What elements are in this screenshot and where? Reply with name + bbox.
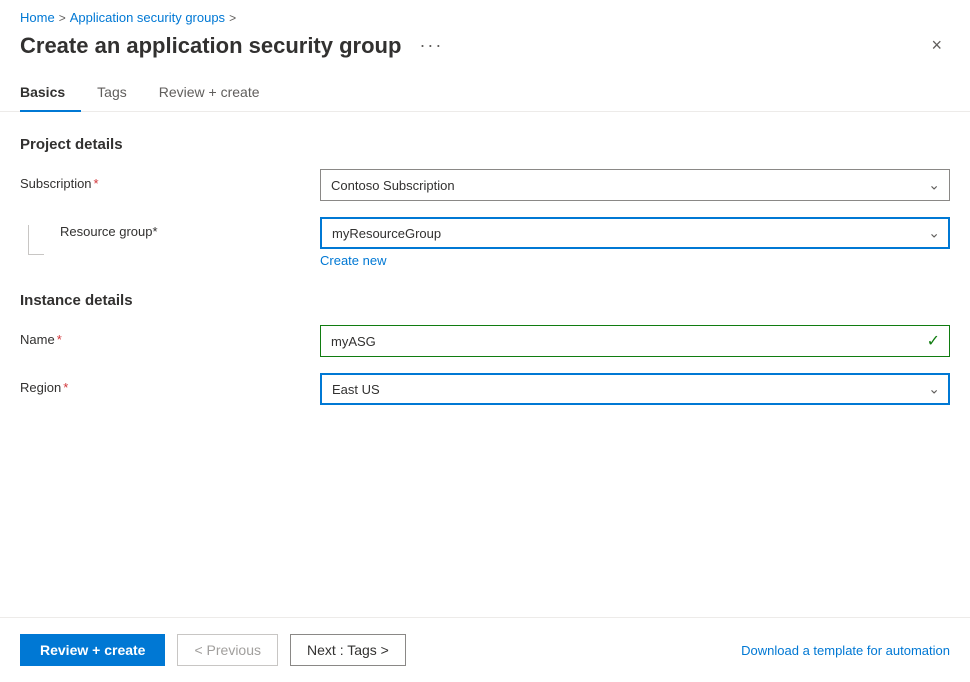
- previous-button[interactable]: < Previous: [177, 634, 278, 666]
- subscription-required: *: [94, 176, 99, 191]
- more-options-button[interactable]: ···: [413, 33, 449, 58]
- resource-group-select-wrapper: myResourceGroup ⌄: [320, 217, 950, 249]
- name-required: *: [57, 332, 62, 347]
- resource-group-required: *: [153, 224, 158, 239]
- subscription-control: Contoso Subscription ⌄: [320, 169, 950, 201]
- footer: Review + create < Previous Next : Tags >…: [0, 617, 970, 682]
- breadcrumb: Home > Application security groups >: [0, 0, 970, 31]
- tab-bar: Basics Tags Review + create: [0, 76, 970, 112]
- rg-connector-line: [28, 225, 44, 255]
- breadcrumb-sep1: >: [59, 11, 66, 25]
- resource-group-label: Resource group*: [60, 217, 320, 239]
- close-button[interactable]: ×: [923, 31, 950, 60]
- page-title: Create an application security group: [20, 33, 401, 59]
- form-body: Project details Subscription* Contoso Su…: [0, 112, 970, 445]
- name-input-wrapper: ✓: [320, 325, 950, 357]
- name-input[interactable]: [320, 325, 950, 357]
- subscription-row: Subscription* Contoso Subscription ⌄: [20, 169, 950, 201]
- region-select-wrapper: East US ⌄: [320, 373, 950, 405]
- region-select[interactable]: East US: [320, 373, 950, 405]
- page-header: Create an application security group ···…: [0, 31, 970, 76]
- region-required: *: [63, 380, 68, 395]
- create-new-link[interactable]: Create new: [320, 253, 386, 268]
- region-label: Region*: [20, 373, 320, 395]
- project-details-title: Project details: [20, 136, 950, 153]
- name-valid-icon: ✓: [927, 331, 940, 351]
- rg-connector: [20, 217, 60, 255]
- download-template-link[interactable]: Download a template for automation: [741, 643, 950, 658]
- resource-group-select[interactable]: myResourceGroup: [320, 217, 950, 249]
- region-row: Region* East US ⌄: [20, 373, 950, 405]
- instance-details-title: Instance details: [20, 292, 950, 309]
- tab-review-create[interactable]: Review + create: [159, 76, 276, 112]
- subscription-label: Subscription*: [20, 169, 320, 191]
- review-create-button[interactable]: Review + create: [20, 634, 165, 666]
- tab-tags[interactable]: Tags: [97, 76, 143, 112]
- name-control: ✓: [320, 325, 950, 357]
- instance-details-section: Instance details Name* ✓ Region* East: [20, 292, 950, 405]
- resource-group-control: myResourceGroup ⌄ Create new: [320, 217, 950, 268]
- subscription-select-wrapper: Contoso Subscription ⌄: [320, 169, 950, 201]
- breadcrumb-section[interactable]: Application security groups: [70, 10, 225, 25]
- name-label: Name*: [20, 325, 320, 347]
- region-control: East US ⌄: [320, 373, 950, 405]
- tab-basics[interactable]: Basics: [20, 76, 81, 112]
- resource-group-row: Resource group* myResourceGroup ⌄ Create…: [20, 217, 950, 268]
- subscription-select[interactable]: Contoso Subscription: [320, 169, 950, 201]
- name-row: Name* ✓: [20, 325, 950, 357]
- breadcrumb-home[interactable]: Home: [20, 10, 55, 25]
- breadcrumb-sep2: >: [229, 11, 236, 25]
- next-button[interactable]: Next : Tags >: [290, 634, 406, 666]
